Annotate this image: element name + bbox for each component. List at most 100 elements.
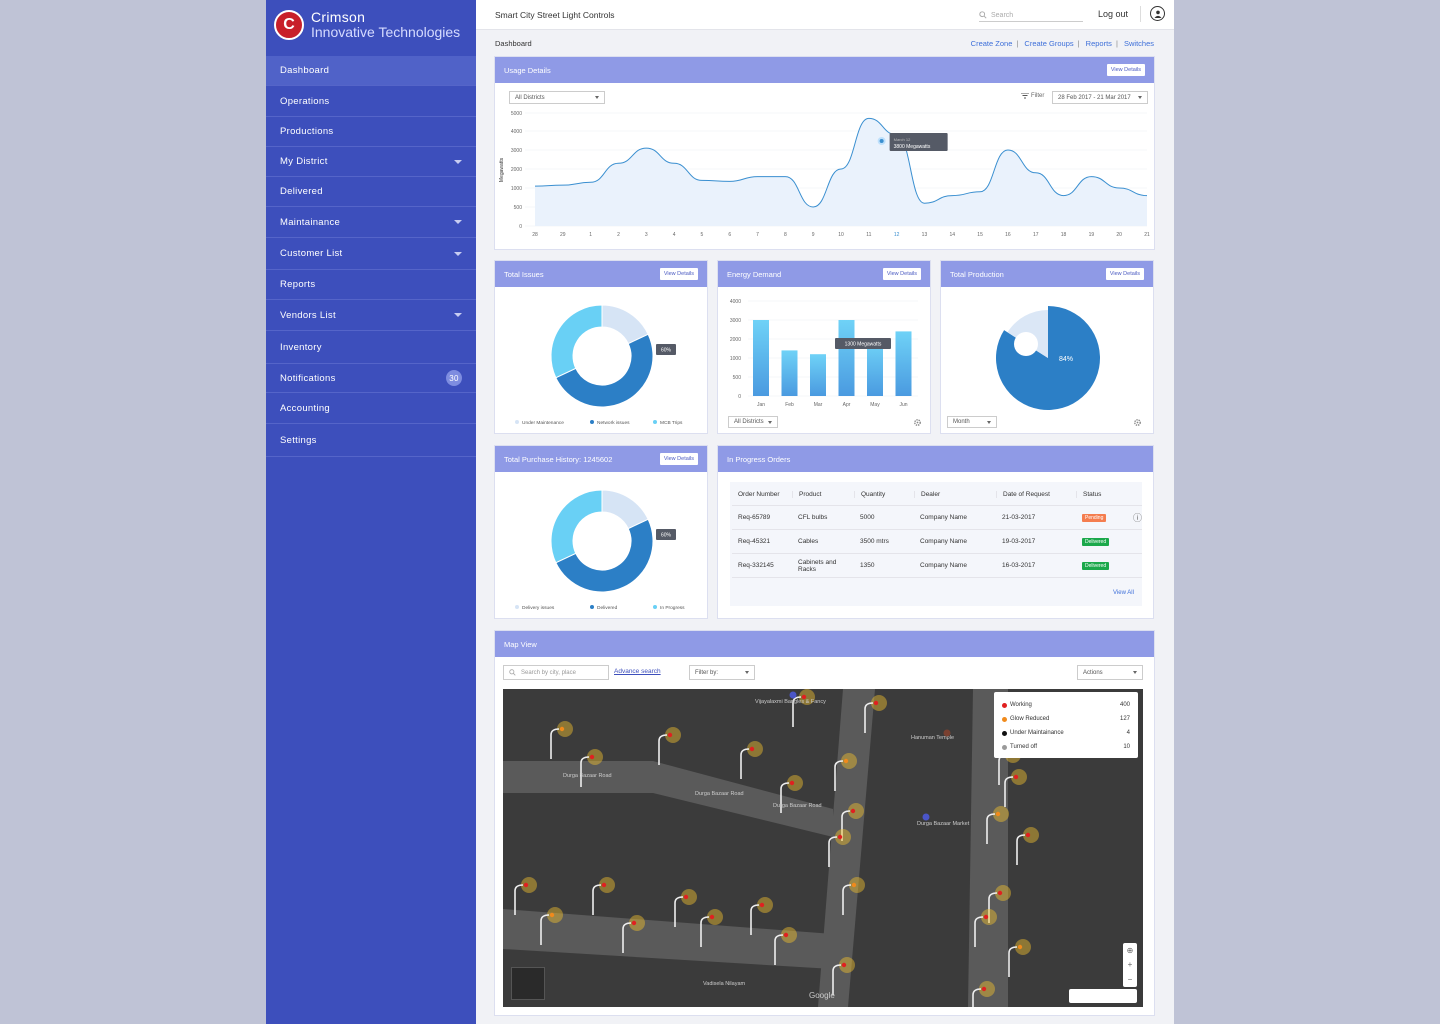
lamp-glow [599, 877, 615, 893]
production-view-details-button[interactable]: View Details [1105, 268, 1144, 280]
sidebar-item-vendors-list[interactable]: Vendors List [266, 300, 476, 331]
map-panel: Map View Search by city, place Advance s… [494, 630, 1155, 1016]
gear-icon[interactable] [913, 418, 922, 427]
x-tick-label: May [870, 402, 880, 408]
filter-by-select[interactable]: Filter by: [689, 665, 755, 680]
satellite-thumbnail[interactable] [511, 967, 545, 1000]
lamp-status-dot [549, 912, 555, 918]
energy-bar [867, 342, 883, 396]
x-tick-label: 12 [894, 232, 900, 238]
sidebar-item-productions[interactable]: Productions [266, 117, 476, 147]
donut-callout-text: 60% [661, 348, 672, 354]
x-tick-label: 16 [1005, 232, 1011, 238]
zoom-control[interactable]: ⊕ + − [1123, 943, 1137, 987]
sidebar-item-reports[interactable]: Reports [266, 270, 476, 300]
sidebar-item-delivered[interactable]: Delivered [266, 177, 476, 207]
sidebar-item-operations[interactable]: Operations [266, 86, 476, 117]
energy-district-select[interactable]: All Districts [728, 416, 778, 428]
x-tick-label: 18 [1061, 232, 1067, 238]
issues-view-details-button[interactable]: View Details [659, 268, 698, 280]
bar-tooltip-text: 1300 Megawatts [845, 342, 882, 348]
app-title: Smart City Street Light Controls [495, 9, 615, 20]
sidebar-item-customer-list[interactable]: Customer List [266, 238, 476, 270]
pie-hole [1014, 332, 1038, 356]
locate-icon[interactable]: ⊕ [1127, 946, 1134, 955]
usage-view-details-button[interactable]: View Details [1106, 64, 1145, 76]
table-row[interactable]: Req-65789 CFL bulbs 5000 Company Name 21-03-… [732, 506, 1142, 530]
panel-header: Map View [495, 631, 1154, 657]
sidebar-item-dashboard[interactable]: Dashboard [266, 56, 476, 86]
zoom-in-icon[interactable]: + [1128, 960, 1133, 969]
legend-label: Delivery issues [522, 605, 555, 611]
lamp-glow [995, 885, 1011, 901]
logout-button[interactable]: Log out [1098, 9, 1128, 19]
table-cell-status: Delivered [1076, 561, 1142, 570]
column-header[interactable]: Date of Request [996, 491, 1076, 498]
street-lamp [550, 728, 560, 759]
gear-icon[interactable] [1133, 418, 1142, 427]
x-tick-label: 9 [812, 232, 815, 238]
lamp-status-dot [1013, 774, 1019, 780]
column-header: Status [1076, 491, 1142, 498]
zoom-out-icon[interactable]: − [1128, 975, 1133, 984]
column-header: Dealer [914, 491, 996, 498]
top-bar: Smart City Street Light Controls Search … [476, 0, 1174, 30]
chevron-down-icon[interactable] [454, 251, 462, 256]
table-cell-date: 16-03-2017 [1002, 562, 1036, 569]
legend-label: Glow Reduced [1010, 716, 1050, 722]
advance-search-link[interactable]: Advance search [614, 668, 661, 675]
info-icon[interactable]: ⓘ [1133, 511, 1142, 524]
chevron-down-icon[interactable] [454, 159, 462, 164]
lamp-status-dot [789, 780, 795, 786]
x-tick-label: 1 [589, 232, 592, 238]
actions-select[interactable]: Actions [1077, 665, 1143, 680]
sidebar-item-inventory[interactable]: Inventory [266, 331, 476, 364]
production-title: Total Production [950, 269, 1004, 279]
chevron-down-icon[interactable] [454, 313, 462, 317]
chevron-down-icon[interactable] [454, 220, 462, 224]
sidebar-item-notifications[interactable]: Notifications 30 [266, 364, 476, 393]
map-place-label: Vijayalaxmi Bangles & Fancy [755, 699, 826, 705]
sidebar-item-my-district[interactable]: My District [266, 147, 476, 177]
sidebar-item-settings[interactable]: Settings [266, 424, 476, 457]
legend-count: 4 [1126, 730, 1130, 736]
lamp-status-dot [983, 914, 989, 920]
link-reports[interactable]: Reports [1086, 39, 1112, 48]
legend-dot [515, 420, 519, 424]
street-light-map[interactable]: Vijayalaxmi Bangles & Fancy Hanuman Templ… [503, 689, 1143, 1007]
search-input[interactable]: Search [979, 9, 1083, 22]
user-icon[interactable] [1150, 6, 1165, 21]
lamp-status-dot [843, 758, 849, 764]
brand[interactable]: C Crimson Innovative Technologies [266, 0, 476, 50]
table-cell-order: Req-65789 [738, 514, 771, 521]
x-tick-label: 10 [838, 232, 844, 238]
period-select[interactable]: Month [947, 416, 997, 428]
y-axis-label: Megawatts [499, 157, 505, 182]
link-create-zone[interactable]: Create Zone [971, 39, 1013, 48]
x-tick-label: 21 [1144, 232, 1150, 238]
purchase-view-details-button[interactable]: View Details [659, 453, 698, 465]
table-row[interactable]: Req-45321 Cables 3500 mtrs Company Name 19-0… [732, 530, 1142, 554]
x-tick-label: 11 [866, 232, 871, 238]
lamp-status-dot [749, 746, 755, 752]
lamp-glow [681, 889, 697, 905]
view-all-link[interactable]: View All [1113, 590, 1134, 596]
map-place-label: Vadisela Nilayam [703, 981, 746, 987]
panel-header: Total Issues View Details [495, 261, 707, 287]
sidebar-item-accounting[interactable]: Accounting [266, 393, 476, 424]
lamp-status-dot [559, 726, 565, 732]
legend-dot [1002, 716, 1007, 722]
table-row[interactable]: Req-332145 Cabinets and Racks 1350 Company … [732, 554, 1142, 578]
legend-entry: Under Maintainance 4 [1002, 726, 1130, 740]
link-create-groups[interactable]: Create Groups [1024, 39, 1073, 48]
table-cell-product: Cables [798, 538, 819, 545]
lamp-glow [629, 915, 645, 931]
y-tick-label: 3000 [730, 318, 741, 324]
map-type-control[interactable] [1069, 989, 1137, 1003]
energy-view-details-button[interactable]: View Details [882, 268, 921, 280]
map-search-input[interactable]: Search by city, place [503, 665, 609, 680]
link-switches[interactable]: Switches [1124, 39, 1154, 48]
lamp-glow [1015, 939, 1031, 955]
sidebar-item-maintainance[interactable]: Maintainance [266, 207, 476, 238]
table-cell-qty: 5000 [860, 514, 875, 521]
